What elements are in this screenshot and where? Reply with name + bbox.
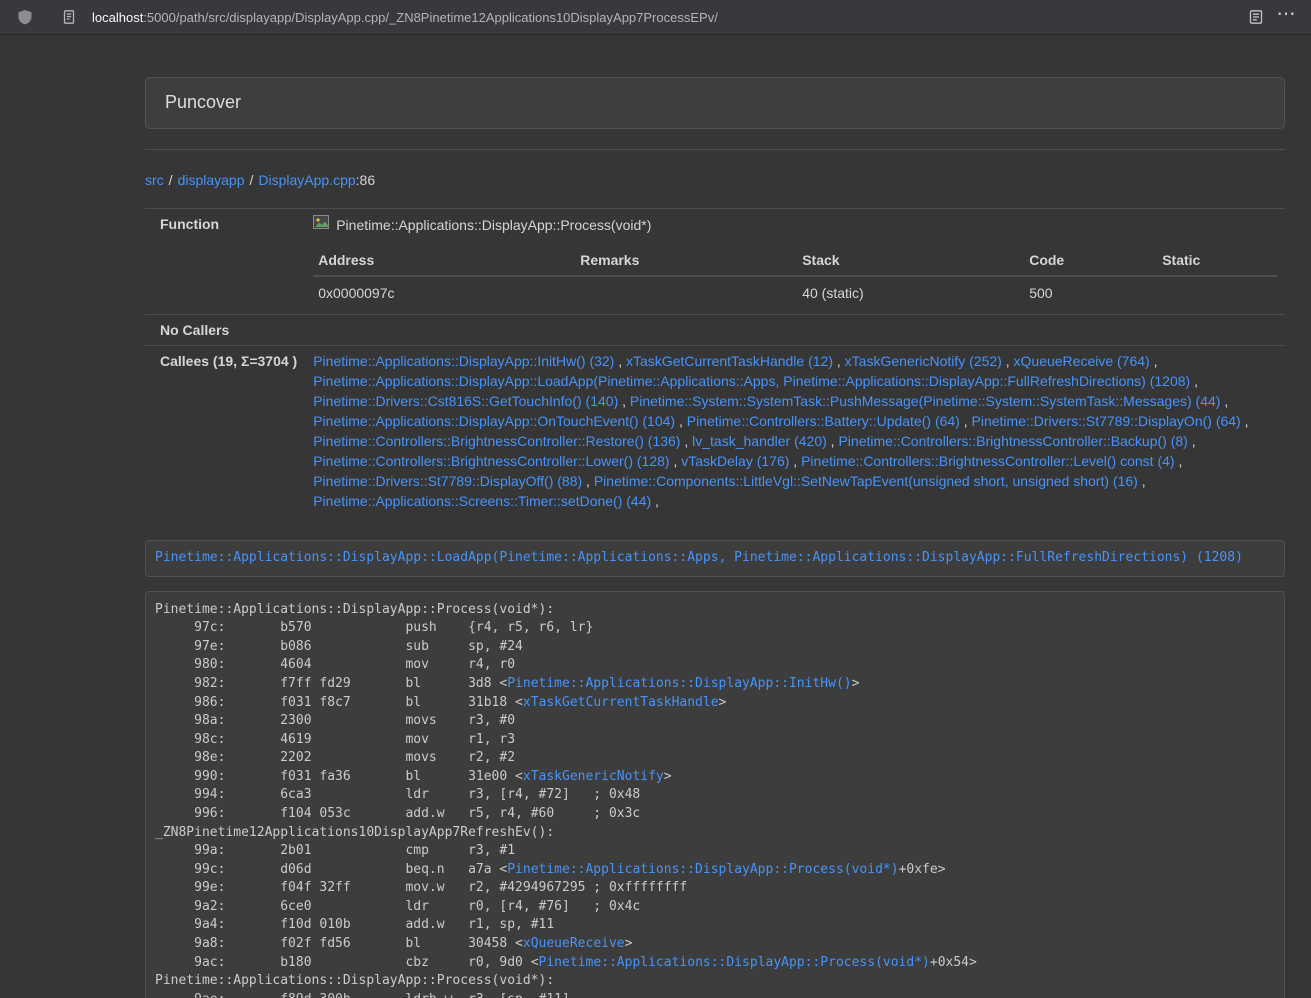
callees-label: Callees (19, Σ=3704 ) <box>145 346 305 517</box>
column-header-code: Code <box>1024 245 1157 276</box>
column-header-stack: Stack <box>797 245 1024 276</box>
url-text: localhost:5000/path/src/displayapp/Displ… <box>92 10 718 25</box>
highlighted-symbol-box: Pinetime::Applications::DisplayApp::Load… <box>145 540 1285 577</box>
page-icon[interactable] <box>54 3 84 31</box>
shield-icon[interactable] <box>10 3 40 31</box>
callees-list: Pinetime::Applications::DisplayApp::Init… <box>305 346 1285 517</box>
browser-toolbar: localhost:5000/path/src/displayapp/Displ… <box>0 0 1311 35</box>
callee-link[interactable]: Pinetime::Drivers::St7789::DisplayOn() (… <box>972 413 1241 429</box>
callee-link[interactable]: Pinetime::Drivers::Cst816S::GetTouchInfo… <box>313 393 618 409</box>
callee-link[interactable]: Pinetime::Applications::DisplayApp::Load… <box>313 373 1190 389</box>
symbol-link[interactable]: xQueueReceive <box>523 936 625 951</box>
breadcrumb-separator: / <box>250 172 254 188</box>
breadcrumb-link-displayapp[interactable]: displayapp <box>178 172 245 188</box>
callee-link[interactable]: Pinetime::Applications::DisplayApp::OnTo… <box>313 413 675 429</box>
symbol-link[interactable]: xTaskGetCurrentTaskHandle <box>523 695 719 710</box>
symbol-link[interactable]: Pinetime::Applications::DisplayApp::Proc… <box>507 862 898 877</box>
app-navbar: Puncover <box>145 77 1285 129</box>
callee-link[interactable]: xTaskGetCurrentTaskHandle (12) <box>626 353 833 369</box>
static-value <box>1157 276 1277 309</box>
callee-link[interactable]: Pinetime::Controllers::Battery::Update()… <box>687 413 960 429</box>
breadcrumb: src/displayapp/DisplayApp.cpp:86 <box>145 170 1285 190</box>
highlight-symbol-link[interactable]: Pinetime::Applications::DisplayApp::Load… <box>155 550 1243 565</box>
function-name: Pinetime::Applications::DisplayApp::Proc… <box>336 215 651 235</box>
url-host: localhost <box>92 10 143 25</box>
url-path: :5000/path/src/displayapp/DisplayApp.cpp… <box>143 10 718 25</box>
callee-link[interactable]: xQueueReceive (764) <box>1014 353 1150 369</box>
callee-link[interactable]: Pinetime::Applications::Screens::Timer::… <box>313 493 651 509</box>
more-menu-icon[interactable]: ⋯ <box>1271 3 1301 31</box>
symbol-link[interactable]: Pinetime::Applications::DisplayApp::Proc… <box>539 955 930 970</box>
callee-link[interactable]: Pinetime::System::SystemTask::PushMessag… <box>630 393 1221 409</box>
symbol-link[interactable]: Pinetime::Applications::DisplayApp::Init… <box>507 676 851 691</box>
no-callers-label: No Callers <box>145 315 305 346</box>
callee-link[interactable]: Pinetime::Components::LittleVgl::SetNewT… <box>594 473 1138 489</box>
callee-link[interactable]: Pinetime::Controllers::BrightnessControl… <box>313 433 680 449</box>
callee-link[interactable]: lv_task_handler (420) <box>692 433 827 449</box>
breadcrumb-separator: / <box>169 172 173 188</box>
breadcrumb-link-src[interactable]: src <box>145 172 164 188</box>
symbol-link[interactable]: xTaskGenericNotify <box>523 769 664 784</box>
column-header-static: Static <box>1157 245 1277 276</box>
function-metrics-table: Address Remarks Stack Code Static 0x0000… <box>313 245 1277 309</box>
callee-link[interactable]: Pinetime::Controllers::BrightnessControl… <box>801 453 1174 469</box>
callee-link[interactable]: Pinetime::Applications::DisplayApp::Init… <box>313 353 614 369</box>
function-label: Function <box>145 209 305 241</box>
breadcrumb-link-file[interactable]: DisplayApp.cpp <box>258 172 355 188</box>
remarks-value <box>575 276 797 309</box>
reader-mode-icon[interactable] <box>1241 3 1271 31</box>
callee-link[interactable]: xTaskGenericNotify (252) <box>845 353 1002 369</box>
brand-link[interactable]: Puncover <box>165 90 241 116</box>
callee-link[interactable]: Pinetime::Controllers::BrightnessControl… <box>313 453 669 469</box>
divider <box>145 149 1285 150</box>
code-size-value: 500 <box>1024 276 1157 309</box>
address-value: 0x0000097c <box>313 276 575 309</box>
callee-link[interactable]: Pinetime::Controllers::BrightnessControl… <box>838 433 1187 449</box>
function-icon <box>313 214 329 235</box>
symbol-table: Function Pinetime::Applications::Display… <box>145 208 1285 516</box>
disassembly: Pinetime::Applications::DisplayApp::Proc… <box>145 591 1285 998</box>
callee-link[interactable]: vTaskDelay (176) <box>681 453 789 469</box>
column-header-remarks: Remarks <box>575 245 797 276</box>
puncover-page: Puncover src/displayapp/DisplayApp.cpp:8… <box>0 35 1311 998</box>
stack-value: 40 (static) <box>797 276 1024 309</box>
column-header-address: Address <box>313 245 575 276</box>
callee-link[interactable]: Pinetime::Drivers::St7789::DisplayOff() … <box>313 473 582 489</box>
line-number-suffix: :86 <box>356 172 375 188</box>
address-bar[interactable]: localhost:5000/path/src/displayapp/Displ… <box>54 3 1241 31</box>
